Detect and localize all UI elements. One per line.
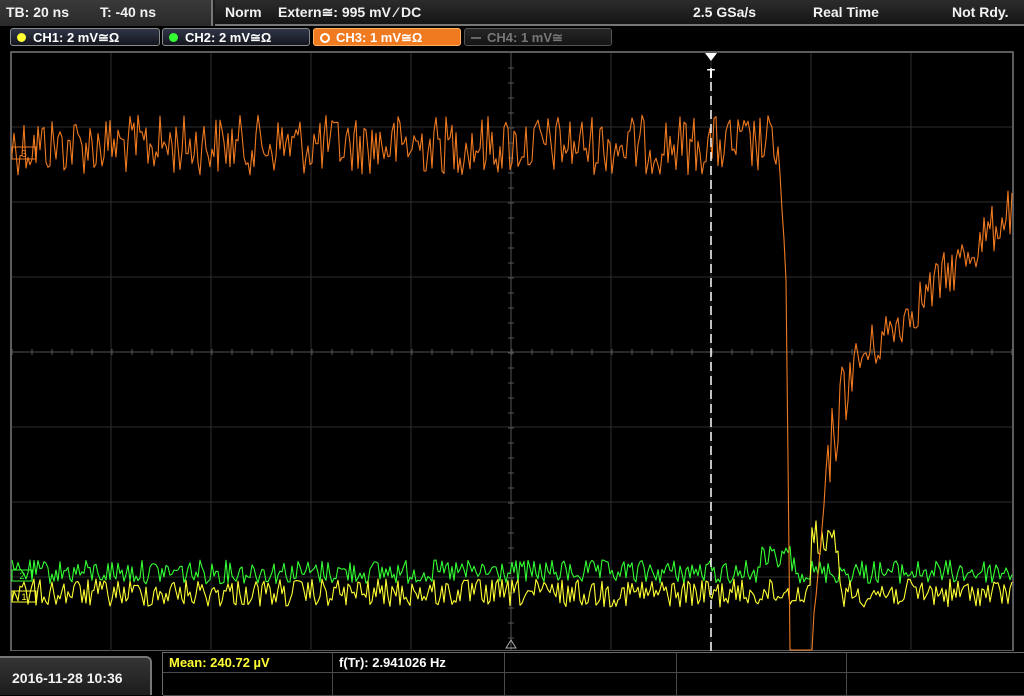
measurement-cell-empty[interactable]: [677, 673, 847, 696]
measurement-cell-frequency[interactable]: f(Tr): 2.941026 Hz: [333, 653, 505, 673]
acquisition-mode[interactable]: Real Time: [813, 4, 879, 20]
ch4-off-dash-icon: [471, 37, 481, 39]
ch1-label: CH1: 2 mV≅Ω: [33, 30, 120, 45]
measurement-cell-empty[interactable]: [847, 673, 1024, 696]
measurement-cell-empty[interactable]: [505, 653, 677, 673]
measurement-cell-empty[interactable]: [163, 673, 333, 696]
measurement-cell-mean[interactable]: Mean: 240.72 µV: [163, 653, 333, 673]
channel-chip-ch4[interactable]: CH4: 1 mV≅: [464, 28, 612, 46]
ch4-label: CH4: 1 mV≅: [487, 30, 563, 45]
ch3-color-ring-icon: [320, 33, 330, 43]
trigger-marker-label: T: [707, 66, 715, 81]
measurement-cell-empty[interactable]: [847, 653, 1024, 673]
ch1-offset-label: 1: [21, 592, 26, 602]
ch3-offset-label: 3: [21, 149, 27, 160]
trigger-source[interactable]: Extern≅: 995 mV ⁄ DC: [278, 4, 421, 21]
measurement-cell-empty[interactable]: [505, 673, 677, 696]
ch1-color-dot-icon: [17, 33, 26, 42]
trigger-mode[interactable]: Norm: [225, 4, 262, 20]
sample-rate[interactable]: 2.5 GSa/s: [693, 4, 756, 20]
trigger-time-readout[interactable]: T: -40 ns: [100, 4, 156, 20]
channel-bar: CH1: 2 mV≅Ω CH2: 2 mV≅Ω CH3: 1 mV≅Ω CH4:…: [0, 26, 1024, 50]
measurement-cell-empty[interactable]: [333, 673, 505, 696]
frequency-measurement[interactable]: f(Tr): 2.941026 Hz: [339, 655, 446, 670]
datetime-panel: 2016-11-28 10:36: [0, 656, 152, 695]
ch2-color-dot-icon: [169, 33, 178, 42]
ch3-label: CH3: 1 mV≅Ω: [336, 30, 423, 45]
channel-chip-ch2[interactable]: CH2: 2 mV≅Ω: [162, 28, 310, 46]
status-bar: TB: 20 ns T: -40 ns Norm Extern≅: 995 mV…: [0, 0, 1024, 26]
ch2-offset-label: 2: [19, 571, 24, 581]
measurement-cell-empty[interactable]: [677, 653, 847, 673]
measurement-table[interactable]: Mean: 240.72 µV f(Tr): 2.941026 Hz: [162, 652, 1024, 696]
run-status: Not Rdy.: [952, 4, 1009, 20]
mean-measurement[interactable]: Mean: 240.72 µV: [169, 655, 270, 670]
timebase-panel[interactable]: TB: 20 ns T: -40 ns: [0, 0, 213, 26]
datetime-readout: 2016-11-28 10:36: [12, 670, 123, 686]
waveform-display[interactable]: T 3 2 1: [0, 50, 1024, 651]
channel-chip-ch3[interactable]: CH3: 1 mV≅Ω: [313, 28, 461, 46]
channel-chip-ch1[interactable]: CH1: 2 mV≅Ω: [10, 28, 160, 46]
waveform-canvas[interactable]: T 3 2 1: [0, 50, 1024, 651]
ch2-label: CH2: 2 mV≅Ω: [185, 30, 272, 45]
timebase-readout[interactable]: TB: 20 ns: [6, 4, 69, 20]
trigger-panel[interactable]: Norm Extern≅: 995 mV ⁄ DC 2.5 GSa/s Real…: [215, 0, 1024, 26]
